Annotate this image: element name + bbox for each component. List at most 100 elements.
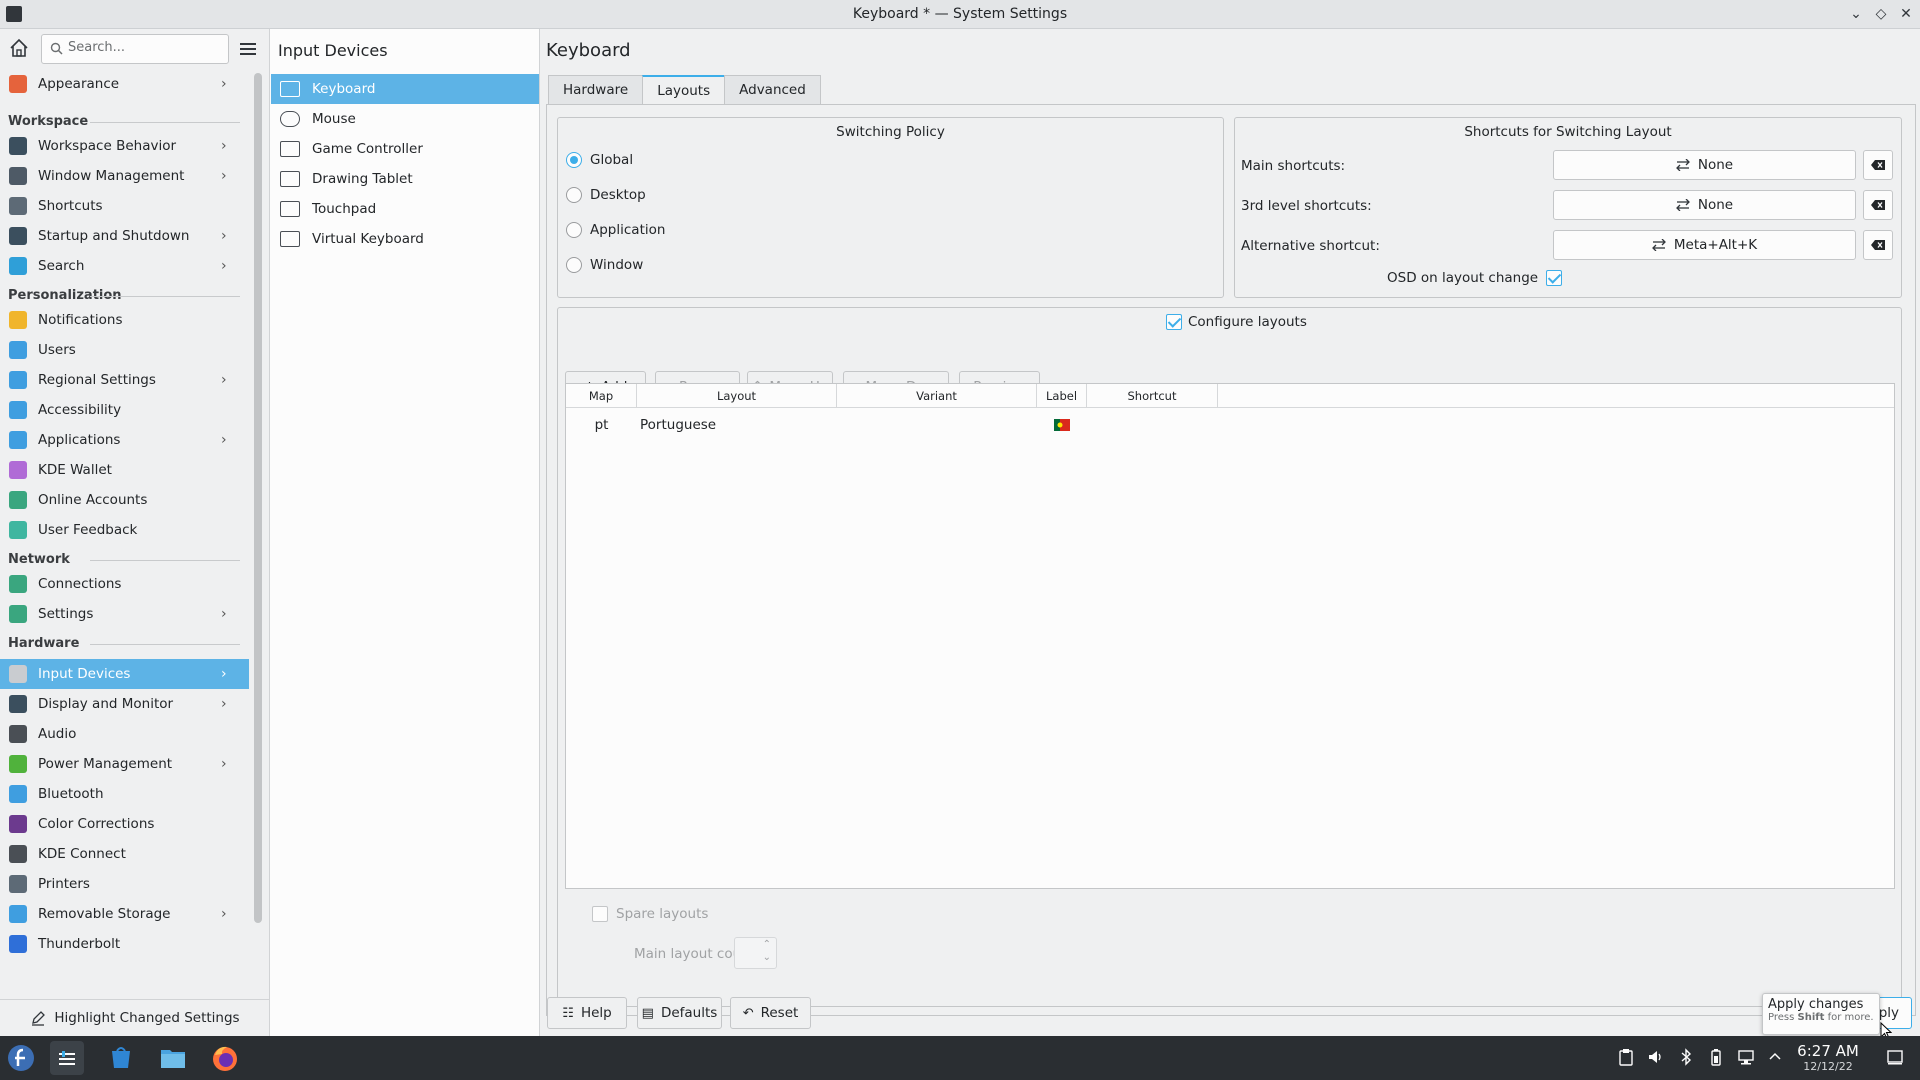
layouts-table[interactable]: Map Layout Variant Label Shortcut pt Por… [565, 383, 1895, 889]
column-header-variant[interactable]: Variant [837, 384, 1037, 408]
sidebar-item-power-management[interactable]: Power Management › [0, 749, 249, 779]
column-header-filler [1218, 384, 1894, 408]
sidebar-item-input-devices[interactable]: Input Devices › [0, 659, 249, 689]
main-layout-count-spinbox[interactable]: ⌃ ⌄ [734, 937, 777, 969]
column-header-label[interactable]: Label [1037, 384, 1087, 408]
sidebar-item-label: Accessibility [38, 402, 122, 418]
sidebar-item-search[interactable]: Search › [0, 251, 249, 281]
sidebar-item-shortcuts[interactable]: Shortcuts [0, 191, 249, 221]
clear-main-shortcut-button[interactable] [1863, 150, 1893, 180]
subpanel-item-virtual-keyboard[interactable]: Virtual Keyboard [271, 224, 539, 254]
sidebar-item-regional-settings[interactable]: Regional Settings › [0, 365, 249, 395]
sidebar-item-audio[interactable]: Audio [0, 719, 249, 749]
pen-icon [32, 1011, 46, 1026]
file-manager-icon[interactable] [156, 1041, 190, 1075]
swap-icon [1675, 199, 1690, 211]
monitor-icon [9, 695, 27, 713]
sidebar-item-kde-connect[interactable]: KDE Connect [0, 839, 249, 869]
spin-up-icon[interactable]: ⌃ [763, 939, 771, 950]
tablet-icon [280, 171, 300, 187]
show-desktop-icon[interactable] [1886, 1048, 1904, 1066]
hamburger-menu-icon[interactable] [238, 39, 258, 59]
network-icon[interactable] [1737, 1048, 1755, 1066]
minimize-icon[interactable]: ⌄ [1846, 4, 1866, 24]
clipboard-icon[interactable] [1617, 1048, 1635, 1066]
sidebar-item-notifications[interactable]: Notifications [0, 305, 249, 335]
osd-option[interactable]: OSD on layout change [1387, 270, 1563, 286]
discover-icon[interactable] [104, 1041, 138, 1075]
expand-tray-icon[interactable] [1766, 1048, 1784, 1066]
clear-alternative-shortcut-button[interactable] [1863, 230, 1893, 260]
sidebar-item-kde-wallet[interactable]: KDE Wallet [0, 455, 249, 485]
defaults-button[interactable]: ▤ Defaults [637, 997, 722, 1029]
sidebar-scrollbar[interactable] [254, 73, 262, 923]
tooltip-title: Apply changes [1768, 997, 1864, 1012]
home-icon[interactable] [8, 37, 34, 63]
policy-application-option[interactable]: Application [566, 222, 665, 238]
policy-window-option[interactable]: Window [566, 257, 643, 273]
highlight-changed-settings-button[interactable]: Highlight Changed Settings [0, 999, 270, 1036]
spin-down-icon[interactable]: ⌄ [763, 952, 771, 963]
help-button[interactable]: ☷ Help [547, 997, 627, 1029]
sidebar-item-online-accounts[interactable]: Online Accounts [0, 485, 249, 515]
sidebar-item-settings[interactable]: Settings › [0, 599, 249, 629]
printer-icon [9, 875, 27, 893]
cell-map: pt [594, 417, 609, 433]
clear-third-level-shortcut-button[interactable] [1863, 190, 1893, 220]
tab-layouts[interactable]: Layouts [642, 75, 726, 105]
configure-layouts-option[interactable]: Configure layouts [1166, 314, 1307, 330]
close-icon[interactable]: ✕ [1896, 4, 1916, 24]
sidebar-item-connections[interactable]: Connections [0, 569, 249, 599]
tab-hardware[interactable]: Hardware [548, 75, 644, 105]
fedora-launcher-icon[interactable] [4, 1041, 38, 1075]
bluetooth-icon[interactable] [1677, 1048, 1695, 1066]
column-header-map[interactable]: Map [566, 384, 637, 408]
subpanel-item-keyboard[interactable]: Keyboard [271, 74, 539, 104]
sidebar-item-bluetooth[interactable]: Bluetooth [0, 779, 249, 809]
sidebar-item-users[interactable]: Users [0, 335, 249, 365]
sidebar-item-appearance[interactable]: Appearance › [0, 69, 249, 99]
sidebar-item-thunderbolt[interactable]: Thunderbolt [0, 929, 249, 959]
sidebar-item-display-and-monitor[interactable]: Display and Monitor › [0, 689, 249, 719]
sidebar-item-workspace-behavior[interactable]: Workspace Behavior › [0, 131, 249, 161]
maximize-icon[interactable]: ◇ [1871, 4, 1891, 24]
subpanel-item-drawing-tablet[interactable]: Drawing Tablet [271, 164, 539, 194]
regional-icon [9, 371, 27, 389]
radio-button[interactable] [566, 152, 582, 168]
sidebar-item-window-management[interactable]: Window Management › [0, 161, 249, 191]
sidebar-item-user-feedback[interactable]: User Feedback [0, 515, 249, 545]
sidebar-item-removable-storage[interactable]: Removable Storage › [0, 899, 249, 929]
volume-icon[interactable] [1647, 1048, 1665, 1066]
column-header-shortcut[interactable]: Shortcut [1087, 384, 1218, 408]
clock[interactable]: 6:27 AM 12/12/22 [1792, 1042, 1864, 1073]
subpanel-item-mouse[interactable]: Mouse [271, 104, 539, 134]
sidebar-item-accessibility[interactable]: Accessibility [0, 395, 249, 425]
sidebar-item-color-corrections[interactable]: Color Corrections [0, 809, 249, 839]
radio-button[interactable] [566, 257, 582, 273]
radio-button[interactable] [566, 187, 582, 203]
search-box[interactable] [41, 34, 229, 64]
swap-icon [1651, 239, 1666, 251]
policy-global-option[interactable]: Global [566, 152, 633, 168]
policy-desktop-option[interactable]: Desktop [566, 187, 646, 203]
column-header-layout[interactable]: Layout [637, 384, 837, 408]
firefox-icon[interactable] [208, 1041, 242, 1075]
system-settings-task-icon[interactable] [50, 1041, 84, 1075]
radio-button[interactable] [566, 222, 582, 238]
subpanel-item-touchpad[interactable]: Touchpad [271, 194, 539, 224]
spare-layouts-checkbox[interactable] [592, 906, 608, 922]
tab-advanced[interactable]: Advanced [724, 75, 821, 105]
configure-layouts-checkbox[interactable] [1166, 314, 1182, 330]
spare-layouts-option[interactable]: Spare layouts [592, 906, 708, 922]
sidebar-item-startup-and-shutdown[interactable]: Startup and Shutdown › [0, 221, 249, 251]
alternative-shortcut-button[interactable]: Meta+Alt+K [1553, 230, 1856, 260]
subpanel-item-game-controller[interactable]: Game Controller [271, 134, 539, 164]
sidebar-item-applications[interactable]: Applications › [0, 425, 249, 455]
sidebar-item-printers[interactable]: Printers [0, 869, 249, 899]
battery-icon[interactable] [1707, 1048, 1725, 1066]
osd-checkbox[interactable] [1546, 270, 1563, 286]
reset-button[interactable]: ↶ Reset [730, 997, 811, 1029]
search-input[interactable] [68, 40, 218, 55]
third-level-shortcuts-button[interactable]: None [1553, 190, 1856, 220]
main-shortcuts-button[interactable]: None [1553, 150, 1856, 180]
